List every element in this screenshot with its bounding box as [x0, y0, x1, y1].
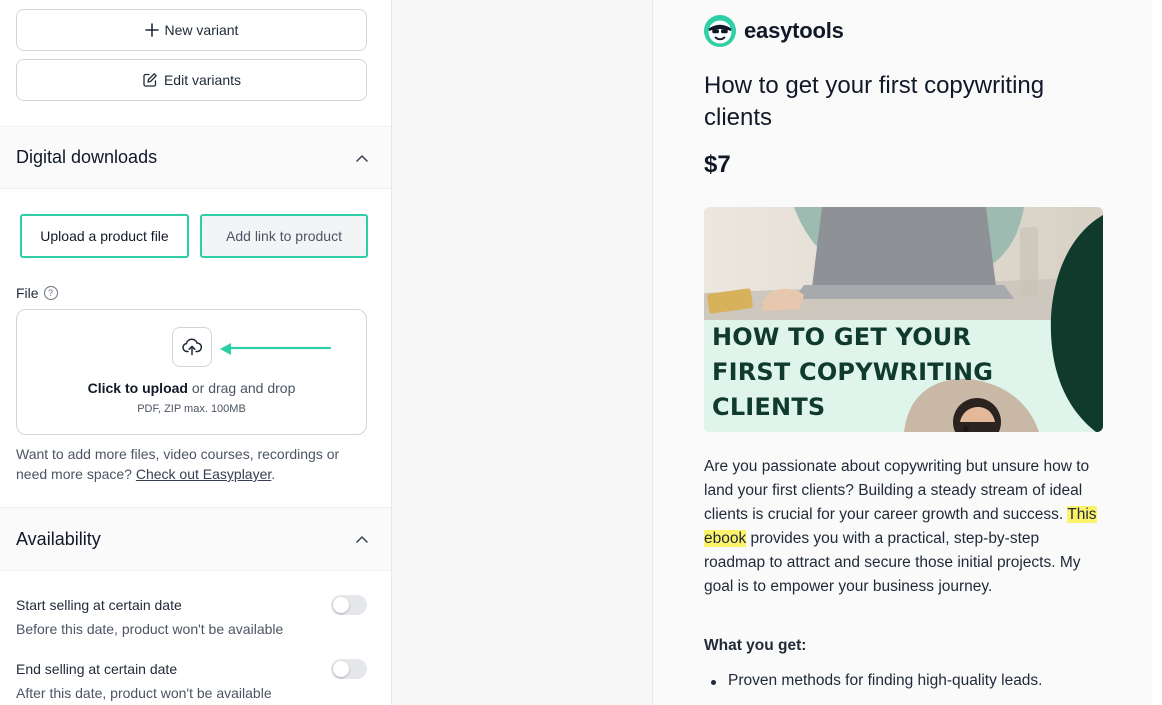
- start-selling-subtitle: Before this date, product won't be avail…: [16, 621, 284, 637]
- tab-add-link-to-product[interactable]: Add link to product: [200, 214, 368, 258]
- edit-variants-label: Edit variants: [163, 72, 242, 88]
- end-selling-title: End selling at certain date: [16, 661, 178, 677]
- digital-downloads-header[interactable]: Digital downloads: [0, 126, 391, 189]
- end-selling-toggle[interactable]: [331, 659, 367, 679]
- cloud-upload-icon: [182, 338, 202, 356]
- start-selling-title: Start selling at certain date: [16, 597, 182, 613]
- what-you-get-heading: What you get:: [704, 637, 807, 654]
- brand-name: easytools: [744, 18, 844, 43]
- app-root: New variant Edit variants Digital downlo…: [0, 0, 1162, 705]
- edit-variants-button[interactable]: Edit variants: [16, 59, 367, 101]
- plus-icon: [144, 23, 159, 37]
- cover-headline: HOW TO GET YOUR FIRST COPYWRITING CLIENT…: [712, 323, 994, 421]
- end-selling-subtitle: After this date, product won't be availa…: [16, 685, 272, 701]
- file-label-text: File: [16, 285, 39, 301]
- tab-upload-label: Upload a product file: [40, 228, 169, 244]
- availability-title: Availability: [16, 528, 101, 549]
- file-field-label: File ?: [16, 285, 58, 301]
- preview-backdrop: [392, 0, 652, 705]
- new-variant-button[interactable]: New variant: [16, 9, 367, 51]
- edit-icon: [143, 73, 157, 87]
- new-variant-label: New variant: [164, 22, 239, 38]
- click-to-upload-link[interactable]: Click to upload: [88, 380, 188, 396]
- product-preview: easytools How to get your first copywrit…: [652, 0, 1152, 705]
- digital-downloads-title: Digital downloads: [16, 147, 158, 167]
- product-title: How to get your first copywriting client…: [704, 72, 1045, 131]
- file-dropzone[interactable]: Click to upload or drag and drop PDF, ZI…: [16, 309, 367, 435]
- more-files-note: Want to add more files, video courses, r…: [16, 444, 366, 484]
- description-text: Are you passionate about copywriting but…: [704, 458, 1090, 523]
- availability-header[interactable]: Availability: [0, 507, 391, 571]
- toggle-knob: [333, 597, 349, 613]
- chevron-up-icon[interactable]: [356, 535, 368, 543]
- easyplayer-link[interactable]: Check out Easyplayer: [136, 466, 271, 482]
- benefits-list: Proven methods for finding high-quality …: [704, 672, 1104, 690]
- product-settings-panel: New variant Edit variants Digital downlo…: [0, 0, 392, 705]
- more-files-end: .: [271, 466, 276, 482]
- product-description: Are you passionate about copywriting but…: [704, 455, 1104, 599]
- arrow-annotation-icon: [220, 343, 332, 355]
- tab-add-link-label: Add link to product: [226, 228, 342, 244]
- help-icon[interactable]: ?: [43, 286, 58, 300]
- upload-button[interactable]: [172, 327, 212, 367]
- chevron-up-icon[interactable]: [356, 154, 368, 162]
- drag-drop-text: or drag and drop: [187, 380, 296, 396]
- dropzone-text: Click to upload or drag and drop: [17, 380, 366, 396]
- product-price: $7: [704, 151, 731, 178]
- toggle-knob: [333, 661, 349, 677]
- benefit-item: Proven methods for finding high-quality …: [704, 672, 1104, 690]
- dropzone-hint: PDF, ZIP max. 100MB: [137, 403, 246, 415]
- start-selling-toggle[interactable]: [331, 595, 367, 615]
- product-cover-image: HOW TO GET YOUR FIRST COPYWRITING CLIENT…: [704, 207, 1103, 432]
- description-text-end: provides you with a practical, step-by-s…: [704, 530, 1081, 595]
- easytools-logo-icon: [704, 15, 736, 47]
- brand: easytools: [704, 15, 844, 47]
- page-scrollbar[interactable]: [1152, 0, 1162, 705]
- tab-upload-product-file[interactable]: Upload a product file: [20, 214, 189, 258]
